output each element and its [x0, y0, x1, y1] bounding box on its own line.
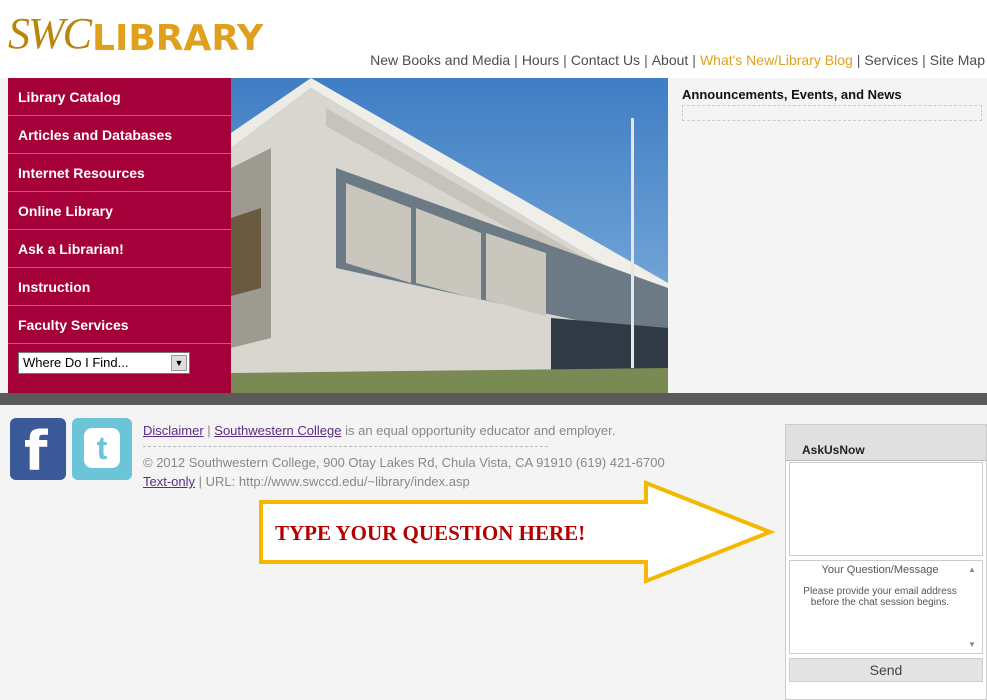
chat-message-input[interactable]: Your Question/Message Please provide you…	[789, 560, 983, 654]
logo-swc: SWC	[8, 9, 92, 58]
chat-header: AskUsNow	[786, 425, 986, 461]
library-building-photo	[231, 78, 668, 393]
nav-hours[interactable]: Hours	[522, 52, 559, 68]
swc-library-logo[interactable]: SWCLIBRARY	[8, 8, 263, 68]
sidebar-item-library-catalog[interactable]: Library Catalog	[8, 78, 231, 116]
footer-line-1: Disclaimer | Southwestern College is an …	[143, 421, 665, 440]
nav-whats-new-blog[interactable]: What's New/Library Blog	[700, 52, 853, 68]
chat-hint: Please provide your email address before…	[803, 586, 957, 608]
chat-messages-area	[789, 462, 983, 556]
sidebar-item-online-library[interactable]: Online Library	[8, 192, 231, 230]
footer-dashed-rule	[143, 440, 548, 447]
nav-separator: |	[514, 52, 518, 68]
chat-input-placeholder: Your Question/Message	[821, 564, 939, 576]
announcements-box	[682, 105, 982, 121]
select-value: Where Do I Find...	[23, 355, 129, 370]
askusnow-chat-widget: AskUsNow Your Question/Message Please pr…	[785, 424, 987, 700]
header: SWCLIBRARY New Books and Media | Hours | Con…	[0, 0, 987, 78]
logo-library: LIBRARY	[92, 18, 264, 59]
nav-separator: |	[644, 52, 648, 68]
facebook-letter: f	[24, 420, 48, 483]
where-do-i-find-select[interactable]: Where Do I Find... ▼	[18, 352, 190, 374]
scroll-up-icon[interactable]: ▲	[968, 565, 976, 574]
callout-text: TYPE YOUR QUESTION HERE!	[275, 521, 586, 545]
announcements-title: Announcements, Events, and News	[682, 87, 902, 102]
announcements-section: Announcements, Events, and News	[682, 87, 982, 121]
nav-site-map[interactable]: Site Map	[930, 52, 985, 68]
scroll-down-icon[interactable]: ▼	[968, 640, 976, 649]
nav-about[interactable]: About	[652, 52, 689, 68]
text-only-link[interactable]: Text-only	[143, 474, 195, 489]
twitter-letter: t	[84, 428, 120, 468]
nav-separator: |	[692, 52, 696, 68]
footer-address: © 2012 Southwestern College, 900 Otay La…	[143, 455, 665, 470]
nav-separator: |	[922, 52, 926, 68]
southwestern-college-link[interactable]: Southwestern College	[214, 423, 341, 438]
sidebar-item-instruction[interactable]: Instruction	[8, 268, 231, 306]
disclaimer-link[interactable]: Disclaimer	[143, 423, 204, 438]
find-select-wrapper: Where Do I Find... ▼	[8, 344, 231, 382]
section-divider	[0, 393, 987, 405]
sidebar-item-internet-resources[interactable]: Internet Resources	[8, 154, 231, 192]
send-button[interactable]: Send	[789, 658, 983, 682]
sidebar-item-articles-databases[interactable]: Articles and Databases	[8, 116, 231, 154]
footer-sep: |	[203, 423, 215, 438]
nav-separator: |	[563, 52, 567, 68]
twitter-icon[interactable]: t	[72, 418, 132, 480]
nav-services[interactable]: Services	[864, 52, 918, 68]
top-navigation: New Books and Media | Hours | Contact Us | Abo…	[370, 52, 985, 68]
facebook-icon[interactable]: f	[10, 418, 66, 483]
chat-input-scrollbar[interactable]: ▲ ▼	[968, 563, 980, 651]
dropdown-arrow-icon[interactable]: ▼	[171, 355, 187, 371]
equal-opportunity-text: is an equal opportunity educator and emp…	[341, 423, 616, 438]
nav-new-books[interactable]: New Books and Media	[370, 52, 510, 68]
nav-separator: |	[856, 52, 861, 68]
side-navigation: Library Catalog Articles and Databases I…	[8, 78, 231, 393]
sidebar-item-ask-librarian[interactable]: Ask a Librarian!	[8, 230, 231, 268]
nav-contact-us[interactable]: Contact Us	[571, 52, 640, 68]
sidebar-item-faculty-services[interactable]: Faculty Services	[8, 306, 231, 344]
